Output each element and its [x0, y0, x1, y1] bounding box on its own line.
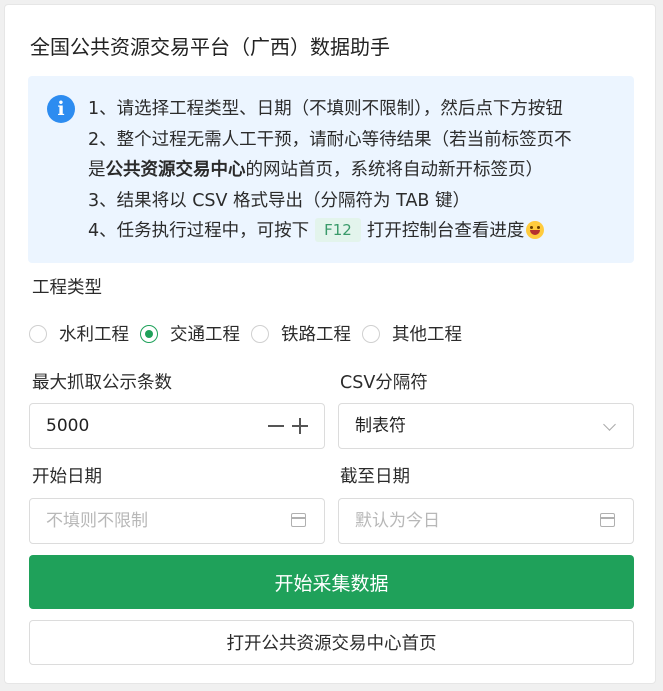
grinning-face-icon — [526, 221, 545, 239]
end-date-picker[interactable]: 默认为今日 — [338, 498, 634, 544]
radio-circle[interactable] — [29, 324, 47, 343]
instruction-line-3-bold: 公共资源交易中心 — [105, 160, 246, 180]
instruction-line-3-prefix: 是 — [88, 160, 106, 180]
instruction-line-2: 2、整个过程无需人工干预，请耐心等待结果（若当前标签页不 — [88, 129, 572, 150]
start-date-label: 开始日期 — [32, 467, 102, 487]
instruction-line-1: 1、请选择工程类型、日期（不填则不限制），然后点下方按钮 — [88, 99, 563, 119]
calendar-icon — [600, 513, 615, 527]
radio-circle-checked[interactable] — [140, 324, 158, 343]
info-icon: i — [47, 95, 75, 123]
csv-separator-select[interactable]: 制表符 — [338, 403, 634, 449]
instruction-line-3: 是公共资源交易中心的网站首页，系统将自动新开标签页） — [88, 155, 628, 186]
csv-separator-value: 制表符 — [355, 416, 406, 436]
decrement-button[interactable] — [266, 404, 286, 448]
radio-traffic-project[interactable]: 交通工程 — [140, 321, 240, 346]
max-count-input[interactable]: 5000 — [29, 403, 325, 449]
instructions-text: 1、请选择工程类型、日期（不填则不限制），然后点下方按钮 2、整个过程无需人工干… — [88, 94, 628, 247]
instruction-line-5-prefix: 4、任务执行过程中，可按下 — [88, 221, 310, 241]
start-date-placeholder: 不填则不限制 — [46, 511, 148, 531]
instruction-line-4: 3、结果将以 CSV 格式导出（分隔符为 TAB 键） — [88, 190, 470, 211]
panel-title: 全国公共资源交易平台（广西）数据助手 — [30, 35, 390, 59]
instruction-line-5-suffix: 打开控制台查看进度 — [366, 221, 525, 241]
calendar-icon — [291, 513, 306, 527]
max-count-label: 最大抓取公示条数 — [32, 373, 172, 393]
instruction-line-5: 4、任务执行过程中，可按下 F12 打开控制台查看进度 — [88, 216, 628, 247]
csv-separator-label: CSV分隔符 — [340, 373, 428, 393]
end-date-placeholder: 默认为今日 — [355, 511, 440, 531]
max-count-value: 5000 — [46, 416, 90, 436]
radio-railway-project[interactable]: 铁路工程 — [251, 321, 351, 346]
radio-label: 交通工程 — [170, 325, 240, 345]
radio-water-project[interactable]: 水利工程 — [29, 321, 129, 346]
instruction-line-3-suffix: 的网站首页，系统将自动新开标签页） — [245, 160, 544, 180]
radio-label: 铁路工程 — [281, 325, 351, 345]
start-date-picker[interactable]: 不填则不限制 — [29, 498, 325, 544]
quantity-stepper — [262, 404, 310, 448]
radio-circle[interactable] — [362, 324, 380, 343]
radio-label: 水利工程 — [59, 325, 129, 345]
open-home-button[interactable]: 打开公共资源交易中心首页 — [29, 620, 634, 665]
radio-other-project[interactable]: 其他工程 — [362, 321, 462, 346]
project-type-label: 工程类型 — [32, 278, 102, 298]
start-collect-button[interactable]: 开始采集数据 — [29, 555, 634, 609]
assistant-panel: 全国公共资源交易平台（广西）数据助手 i 1、请选择工程类型、日期（不填则不限制… — [4, 4, 656, 684]
f12-key-badge: F12 — [315, 218, 361, 242]
radio-circle[interactable] — [251, 324, 269, 343]
chevron-down-icon — [603, 418, 616, 431]
increment-button[interactable] — [290, 404, 310, 448]
project-type-radio-group: 水利工程 交通工程 铁路工程 其他工程 — [29, 321, 473, 346]
radio-label: 其他工程 — [392, 325, 462, 345]
instructions-notice: i 1、请选择工程类型、日期（不填则不限制），然后点下方按钮 2、整个过程无需人… — [28, 76, 634, 263]
end-date-label: 截至日期 — [340, 467, 410, 487]
